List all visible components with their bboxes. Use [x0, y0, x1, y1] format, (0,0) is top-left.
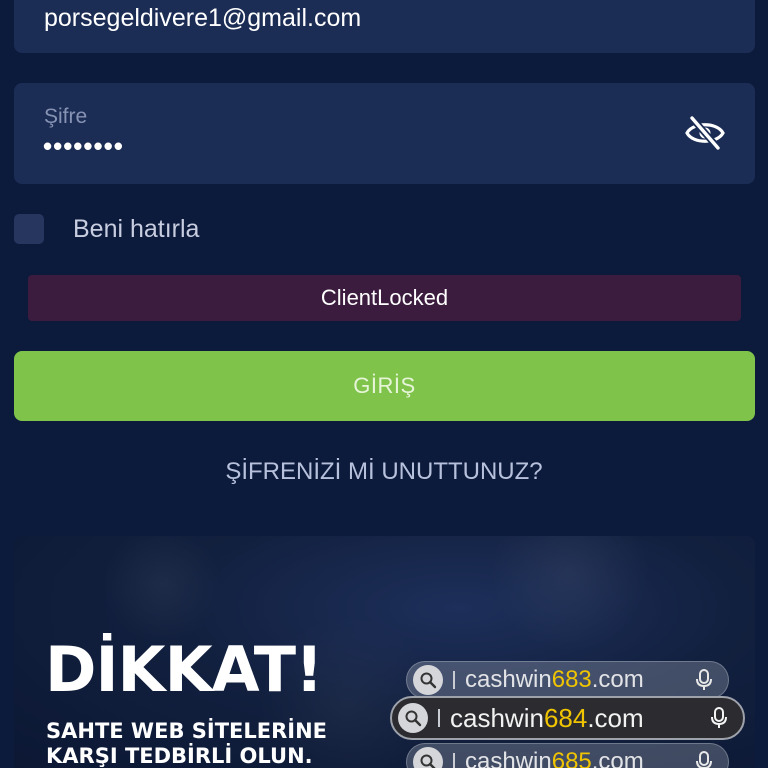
password-value: •••••••• [43, 131, 124, 161]
domain-text: cashwin684.com [450, 702, 644, 733]
remember-me-label: Beni hatırla [73, 214, 200, 243]
pill-divider [453, 671, 455, 689]
email-field[interactable]: porsegeldivere1@gmail.com [14, 0, 755, 53]
warning-subtitle-line1: SAHTE WEB SİTELERİNE [46, 719, 327, 743]
password-field[interactable]: Şifre •••••••• [14, 83, 755, 184]
microphone-icon [694, 668, 714, 692]
remember-me-row: Beni hatırla [14, 213, 199, 245]
pill-divider [438, 709, 440, 727]
warning-subtitle-line2: KARŞI TEDBİRLİ OLUN. [46, 744, 313, 768]
error-banner: ClientLocked [28, 275, 741, 321]
microphone-icon [694, 750, 714, 768]
domain-pill-3: cashwin685.com [406, 743, 729, 768]
email-value: porsegeldivere1@gmail.com [44, 4, 362, 32]
login-page: porsegeldivere1@gmail.com Şifre ••••••••… [0, 0, 768, 768]
search-icon [413, 747, 443, 768]
forgot-password-link[interactable]: ŞİFRENİZİ Mİ UNUTTUNUZ? [0, 458, 768, 486]
warning-title: DİKKAT! [45, 633, 323, 706]
login-button[interactable]: GİRİŞ [14, 351, 755, 421]
search-icon [398, 703, 428, 733]
error-message: ClientLocked [320, 285, 449, 310]
eye-slash-icon[interactable] [685, 115, 725, 151]
domain-text: cashwin683.com [465, 666, 644, 693]
password-label: Şifre [44, 105, 88, 128]
phishing-warning-banner[interactable]: DİKKAT! SAHTE WEB SİTELERİNE KARŞI TEDBİ… [14, 536, 755, 768]
domain-text: cashwin685.com [465, 748, 644, 768]
domain-pill-2: cashwin684.com [390, 696, 745, 740]
microphone-icon [709, 706, 729, 730]
remember-me-checkbox[interactable] [14, 214, 44, 244]
login-button-label: GİRİŞ [353, 373, 416, 398]
domain-pill-1: cashwin683.com [406, 661, 729, 699]
pill-divider [453, 753, 455, 768]
search-icon [413, 665, 443, 695]
